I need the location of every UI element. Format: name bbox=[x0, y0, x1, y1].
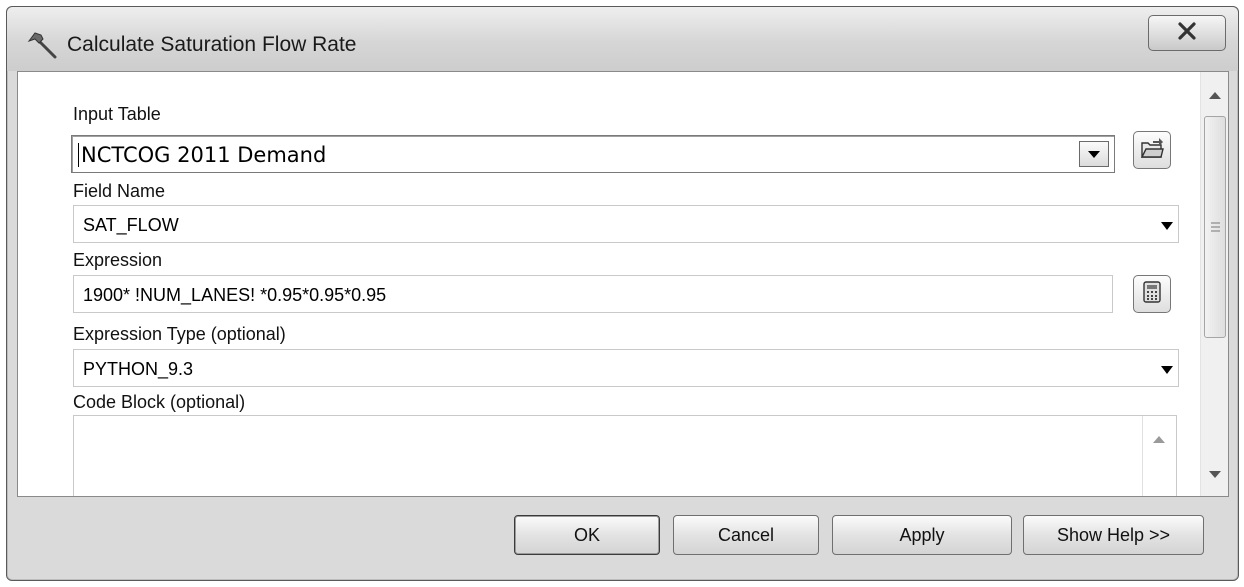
expression-type-value: PYTHON_9.3 bbox=[83, 359, 194, 379]
calculator-icon bbox=[1140, 280, 1164, 308]
scrollbar-thumb[interactable] bbox=[1204, 116, 1226, 338]
cancel-button[interactable]: Cancel bbox=[673, 515, 819, 555]
code-block-textarea[interactable] bbox=[73, 415, 1177, 496]
show-help-button[interactable]: Show Help >> bbox=[1023, 515, 1204, 555]
chevron-down-icon bbox=[1161, 222, 1173, 230]
expression-builder-button[interactable] bbox=[1133, 275, 1171, 313]
scroll-up-icon[interactable] bbox=[1209, 92, 1221, 99]
expression-label: Expression bbox=[73, 250, 163, 270]
expression-input[interactable]: 1900* !NUM_LANES! *0.95*0.95*0.95 bbox=[73, 275, 1113, 313]
hammer-icon bbox=[25, 29, 59, 59]
close-icon bbox=[1176, 21, 1198, 45]
expression-type-label: Expression Type (optional) bbox=[73, 324, 286, 344]
scroll-up-icon[interactable] bbox=[1153, 436, 1165, 443]
close-button[interactable] bbox=[1148, 15, 1226, 51]
chevron-down-icon bbox=[1088, 145, 1100, 163]
dialog-window: Calculate Saturation Flow Rate Input Tab… bbox=[6, 6, 1239, 581]
field-name-dropdown[interactable]: SAT_FLOW bbox=[73, 205, 1179, 243]
chevron-down-icon bbox=[1161, 366, 1173, 374]
open-folder-icon bbox=[1140, 137, 1164, 164]
scroll-down-icon[interactable] bbox=[1209, 471, 1221, 478]
input-table-label: Input Table bbox=[73, 104, 161, 124]
field-name-label: Field Name bbox=[73, 181, 166, 201]
ok-button[interactable]: OK bbox=[514, 515, 660, 555]
code-block-label: Code Block (optional) bbox=[73, 392, 246, 412]
title-bar[interactable]: Calculate Saturation Flow Rate bbox=[7, 7, 1238, 71]
window-title: Calculate Saturation Flow Rate bbox=[67, 33, 357, 56]
dialog-body: Input Table NCTCOG 2011 Demand Field Nam… bbox=[17, 71, 1229, 497]
browse-button[interactable] bbox=[1133, 131, 1171, 169]
apply-button[interactable]: Apply bbox=[832, 515, 1012, 555]
text-caret bbox=[78, 143, 79, 167]
dialog-scrollbar[interactable] bbox=[1200, 72, 1228, 496]
expression-value: 1900* !NUM_LANES! *0.95*0.95*0.95 bbox=[83, 285, 387, 305]
field-name-value: SAT_FLOW bbox=[83, 215, 179, 235]
grip-icon bbox=[1211, 222, 1220, 232]
input-table-value: NCTCOG 2011 Demand bbox=[81, 143, 327, 167]
input-table-dropdown-button[interactable] bbox=[1079, 141, 1109, 167]
input-table-combobox[interactable]: NCTCOG 2011 Demand bbox=[71, 135, 1115, 173]
code-block-scrollbar[interactable] bbox=[1142, 416, 1176, 496]
expression-type-dropdown[interactable]: PYTHON_9.3 bbox=[73, 349, 1179, 387]
